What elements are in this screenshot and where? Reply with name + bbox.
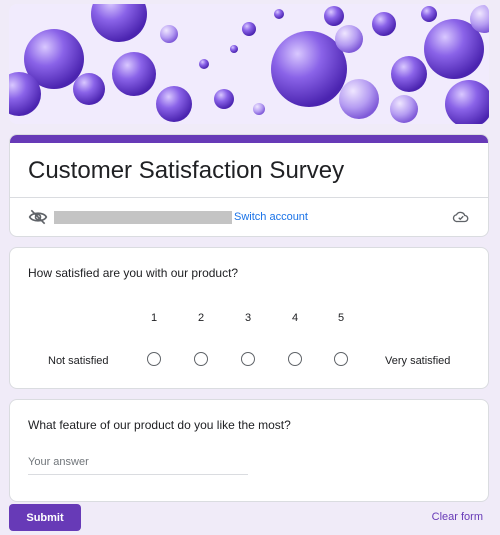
scale-number: 3 [244,312,252,324]
header-accent-bar [10,135,488,143]
cloud-check-icon [452,208,470,226]
form-footer: Submit Clear form [9,504,489,532]
scale-radio-4[interactable] [288,352,302,366]
header-banner [9,4,489,124]
question-card-favorite-feature: What feature of our product do you like … [9,399,489,502]
eye-off-icon [28,207,48,227]
account-email-redacted [54,210,232,224]
question-title: What feature of our product do you like … [28,418,291,432]
bubbles-banner-image [9,4,489,124]
scale-radio-5[interactable] [334,352,348,366]
scale-min-label: Not satisfied [48,355,109,367]
form-title: Customer Satisfaction Survey [28,157,345,184]
question-card-satisfaction: How satisfied are you with our product? … [9,247,489,389]
form-container: Customer Satisfaction Survey Switch acco… [9,4,489,502]
scale-max-label: Very satisfied [385,355,451,367]
short-answer-input[interactable] [28,452,248,475]
scale-number: 2 [197,312,205,324]
scale-number: 1 [150,312,158,324]
form-header-card: Customer Satisfaction Survey Switch acco… [9,134,489,237]
scale-radio-2[interactable] [194,352,208,366]
scale-radio-3[interactable] [241,352,255,366]
submit-button[interactable]: Submit [9,504,81,531]
question-title: How satisfied are you with our product? [28,266,239,280]
scale-radio-1[interactable] [147,352,161,366]
switch-account-link[interactable]: Switch account [234,211,308,223]
account-row: Switch account [10,197,488,236]
linear-scale: 1 2 3 4 5 Not satisfied Very satisfied [28,288,470,383]
scale-number: 5 [337,312,345,324]
scale-number: 4 [291,312,299,324]
clear-form-link[interactable]: Clear form [432,511,483,523]
